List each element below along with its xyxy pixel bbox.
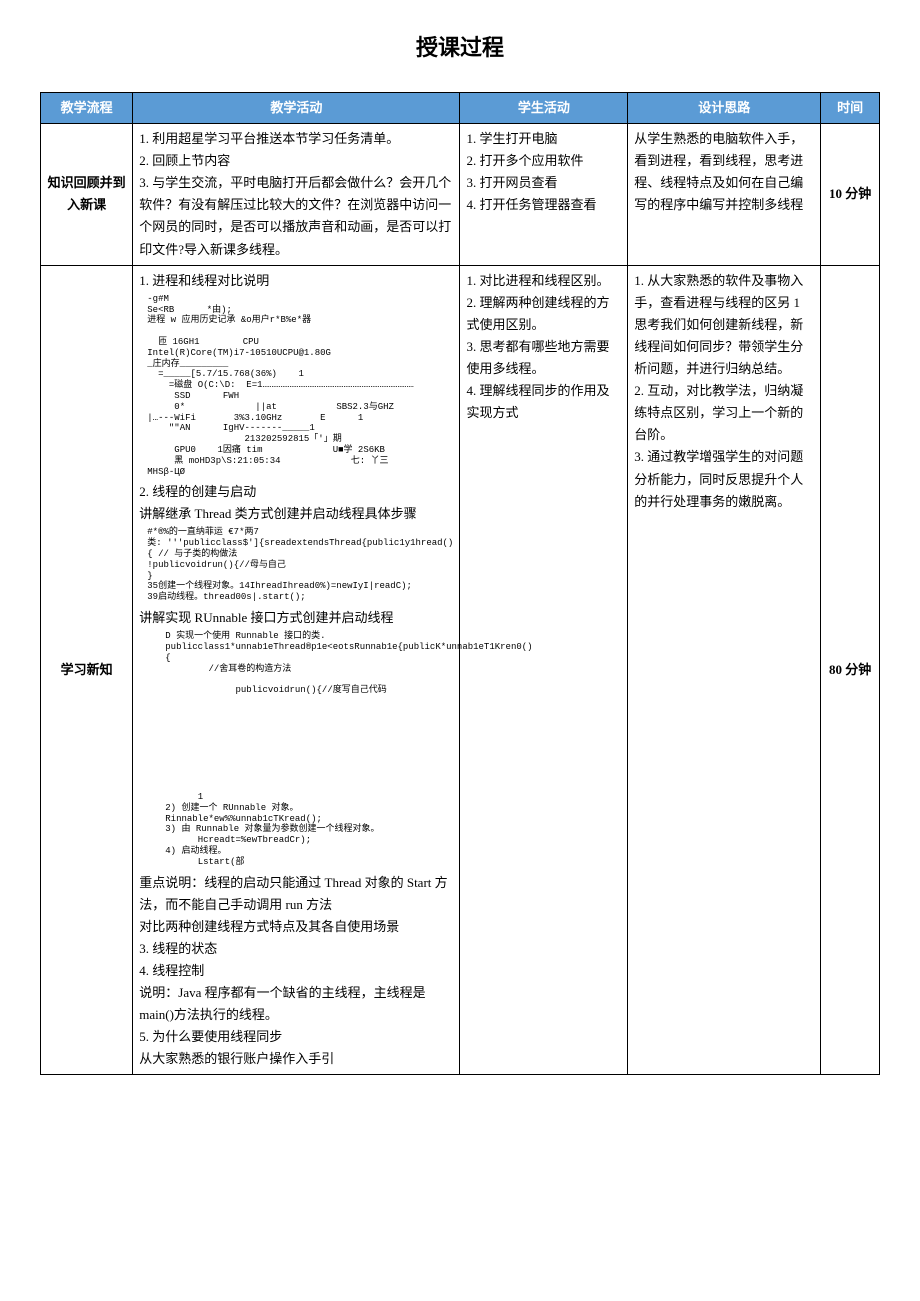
student-item: 1. 对比进程和线程区别。 (466, 270, 621, 292)
teach-heading: 5. 为什么要使用线程同步 (139, 1026, 453, 1048)
cell-flow-1: 知识回顾并到入新课 (41, 124, 133, 266)
teach-item: 1. 利用超星学习平台推送本节学习任务清单。 (139, 128, 453, 150)
design-item: 3. 通过教学增强学生的对问题分析能力，同时反思提升个人的并行处理事务的嫩脱离。 (634, 446, 814, 512)
code-block-3: D 实现一个使用 Runnable 接口的类. publicclass1*unn… (147, 631, 453, 696)
table-row: 学习新知 1. 进程和线程对比说明 -g#M Se<RB *由); 进程 w 应… (41, 265, 880, 1075)
student-item: 3. 思考都有哪些地方需要使用多线程。 (466, 336, 621, 380)
teach-text: 对比两种创建线程方式特点及其各自使用场景 (139, 916, 453, 938)
cell-teach-2: 1. 进程和线程对比说明 -g#M Se<RB *由); 进程 w 应用历史记承… (133, 265, 460, 1075)
teach-text: 讲解实现 RUnnable 接口方式创建并启动线程 (139, 607, 453, 629)
teach-heading: 4. 线程控制 (139, 960, 453, 982)
header-teach: 教学活动 (133, 93, 460, 124)
cell-time-2: 80 分钟 (821, 265, 880, 1075)
cell-teach-1: 1. 利用超星学习平台推送本节学习任务清单。 2. 回顾上节内容 3. 与学生交… (133, 124, 460, 266)
teach-heading: 3. 线程的状态 (139, 938, 453, 960)
cell-time-1: 10 分钟 (821, 124, 880, 266)
table-header-row: 教学流程 教学活动 学生活动 设计思路 时间 (41, 93, 880, 124)
table-row: 知识回顾并到入新课 1. 利用超星学习平台推送本节学习任务清单。 2. 回顾上节… (41, 124, 880, 266)
student-item: 2. 打开多个应用软件 (466, 150, 621, 172)
cell-flow-2: 学习新知 (41, 265, 133, 1075)
teach-heading: 1. 进程和线程对比说明 (139, 270, 453, 292)
teach-text: 从大家熟悉的银行账户操作入手引 (139, 1048, 453, 1070)
cell-design-1: 从学生熟悉的电脑软件入手，看到进程，看到线程，思考进程、线程特点及如何在自己编写… (628, 124, 821, 266)
page-title: 授课过程 (40, 30, 880, 62)
code-block-1: -g#M Se<RB *由); 进程 w 应用历史记承 &o用户r*B%e*器 … (147, 294, 453, 478)
teach-text: 讲解继承 Thread 类方式创建并启动线程具体步骤 (139, 503, 453, 525)
cell-design-2: 1. 从大家熟悉的软件及事物入手，查看进程与线程的区另 1 思考我们如何创建新线… (628, 265, 821, 1075)
code-block-2: #*®%的一直纳菲运 €7*两7 类: '''publicclass$']{sr… (147, 527, 453, 603)
teach-text: 说明：Java 程序都有一个缺省的主线程，主线程是 main()方法执行的线程。 (139, 982, 453, 1026)
design-item: 2. 互动，对比教学法，归纳凝练特点区别，学习上一个新的台阶。 (634, 380, 814, 446)
code-block-4: 1 2) 创建一个 RUnnable 对象。Rinnable*ew%%unnab… (147, 792, 453, 868)
teach-heading: 2. 线程的创建与启动 (139, 481, 453, 503)
header-time: 时间 (821, 93, 880, 124)
teach-text: 重点说明：线程的启动只能通过 Thread 对象的 Start 方法，而不能自己… (139, 872, 453, 916)
student-item: 4. 理解线程同步的作用及实现方式 (466, 380, 621, 424)
lesson-table: 教学流程 教学活动 学生活动 设计思路 时间 知识回顾并到入新课 1. 利用超星… (40, 92, 880, 1075)
student-item: 3. 打开网员查看 (466, 172, 621, 194)
design-item: 1. 从大家熟悉的软件及事物入手，查看进程与线程的区另 1 思考我们如何创建新线… (634, 270, 814, 380)
cell-student-1: 1. 学生打开电脑 2. 打开多个应用软件 3. 打开网员查看 4. 打开任务管… (460, 124, 628, 266)
student-item: 1. 学生打开电脑 (466, 128, 621, 150)
header-design: 设计思路 (628, 93, 821, 124)
teach-item: 2. 回顾上节内容 (139, 150, 453, 172)
header-student: 学生活动 (460, 93, 628, 124)
cell-student-2: 1. 对比进程和线程区别。 2. 理解两种创建线程的方式使用区别。 3. 思考都… (460, 265, 628, 1075)
student-item: 4. 打开任务管理器查看 (466, 194, 621, 216)
teach-item: 3. 与学生交流，平时电脑打开后都会做什么？会开几个软件？有没有解压过比较大的文… (139, 172, 453, 260)
header-flow: 教学流程 (41, 93, 133, 124)
student-item: 2. 理解两种创建线程的方式使用区别。 (466, 292, 621, 336)
